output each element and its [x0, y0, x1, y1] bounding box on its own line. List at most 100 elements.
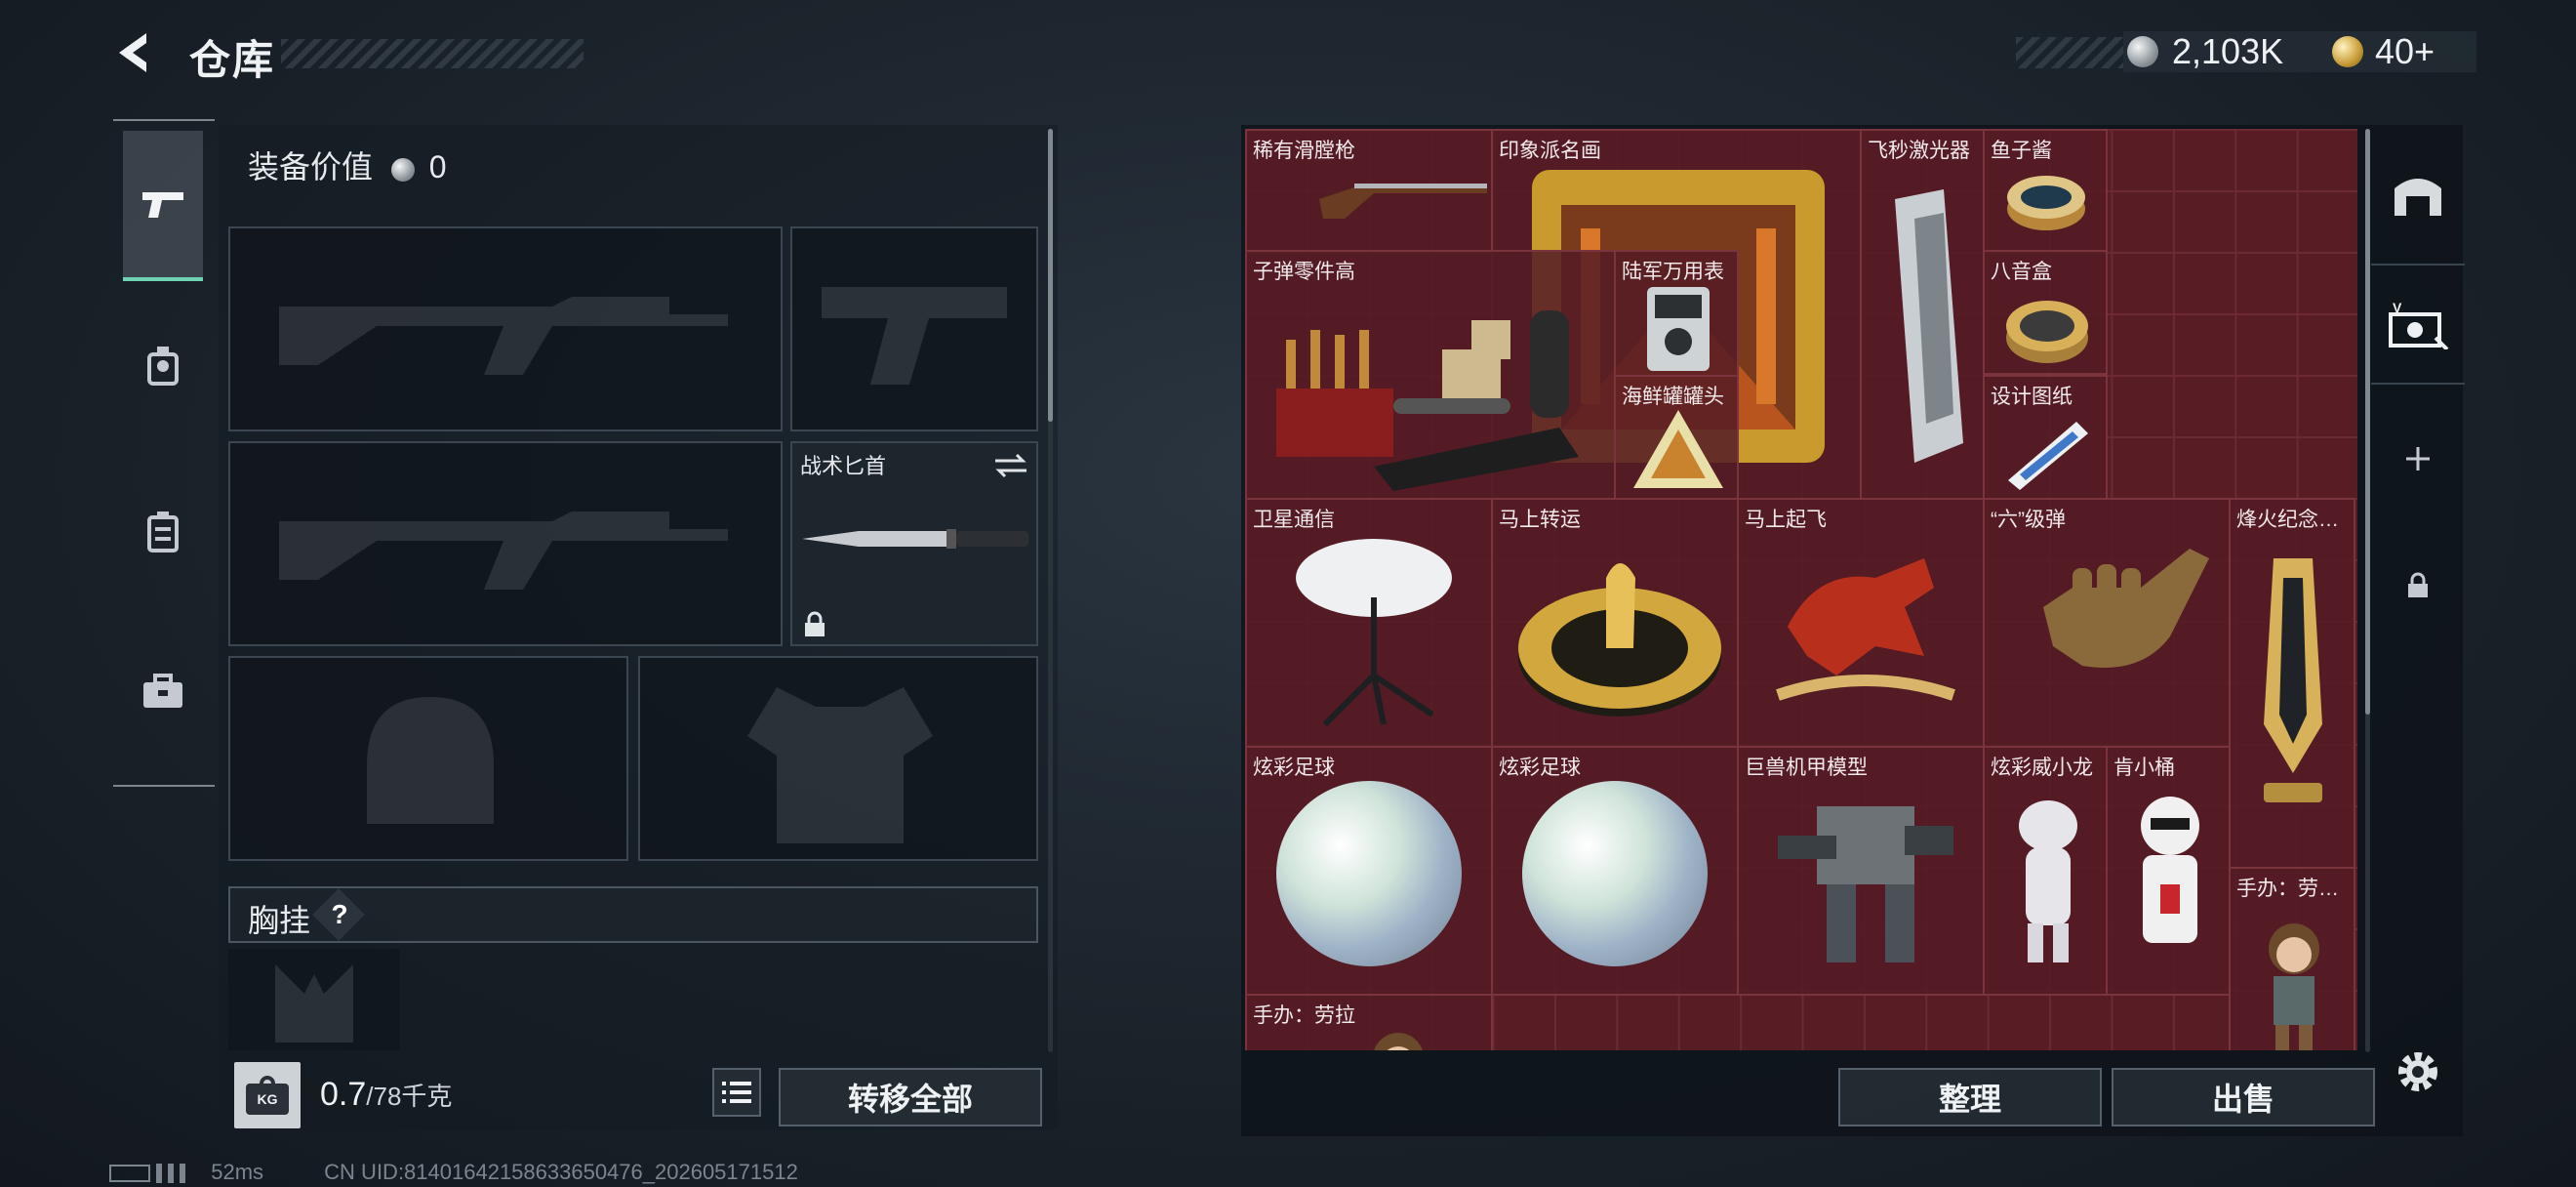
sort-button[interactable]: 整理	[1838, 1068, 2102, 1126]
item-label: 肯小桶	[2113, 757, 2175, 779]
mech-model-icon	[1778, 806, 1953, 962]
help-mark: ?	[331, 899, 348, 929]
warehouse-item[interactable]: 马上起飞	[1737, 498, 1985, 748]
warehouse-icon	[2395, 179, 2441, 216]
vip-chest-icon: V	[2389, 300, 2449, 349]
storage-tab[interactable]	[2371, 137, 2465, 254]
warehouse-item[interactable]: 八音盒	[1983, 250, 2108, 375]
kg-badge: KG	[257, 1091, 278, 1107]
equipment-value: 装备价值 0	[248, 143, 447, 187]
warehouse-item[interactable]: 手办：劳…	[2229, 867, 2355, 1050]
warehouse-item[interactable]: 陆军万用表	[1614, 250, 1739, 377]
tab-helmet[interactable]	[123, 293, 203, 439]
primary-weapon-slot-1[interactable]	[228, 226, 783, 431]
armor-slot[interactable]	[638, 656, 1038, 861]
warehouse-item[interactable]: 巨兽机甲模型	[1737, 746, 1985, 996]
rifle-silhouette-icon	[279, 297, 728, 375]
item-label: 马上转运	[1499, 509, 1581, 531]
battery-icon	[109, 1165, 150, 1183]
plus-icon	[2406, 447, 2430, 471]
item-label: 炫彩足球	[1253, 757, 1335, 779]
ammo-crate-icon	[1276, 310, 1579, 491]
silver-coin-icon	[2127, 36, 2158, 67]
blueprint-icon	[2008, 422, 2088, 490]
item-label: 巨兽机甲模型	[1745, 757, 1868, 779]
music-box-icon	[2006, 301, 2088, 363]
trophy-icon	[2264, 558, 2322, 802]
briefcase-icon	[143, 674, 182, 708]
warehouse-item[interactable]: 手办：劳拉	[1245, 994, 1493, 1050]
caviar-tin-icon	[2007, 176, 2085, 230]
list-view-button[interactable]	[712, 1068, 761, 1117]
item-label: 设计图纸	[1991, 386, 2073, 408]
expand-storage-tab[interactable]: V	[2371, 264, 2465, 385]
warehouse-item[interactable]: 卫星通信	[1245, 498, 1493, 748]
warehouse-item[interactable]: 稀有滑膛枪	[1245, 129, 1493, 252]
musket-icon	[1319, 184, 1487, 219]
rifle-silhouette-icon	[279, 512, 728, 590]
melee-item-name: 战术匕首	[800, 454, 887, 478]
pistol-icon	[142, 192, 183, 218]
tab-case[interactable]	[123, 619, 203, 765]
dragon-figure-icon	[2019, 800, 2077, 962]
chevron-left-icon	[119, 33, 146, 72]
melee-slot[interactable]: 战术匕首	[790, 441, 1038, 646]
carry-weight-value: 0.7	[320, 1076, 367, 1113]
gold-currency-amount[interactable]: 40+	[2375, 31, 2435, 72]
hand-sign-icon	[2043, 549, 2209, 668]
warehouse-item[interactable]: 海鲜罐罐头	[1614, 375, 1739, 500]
list-icon	[722, 1082, 751, 1103]
chest-rig-slot[interactable]	[228, 949, 400, 1050]
warehouse-item[interactable]: 鱼子酱	[1983, 129, 2108, 252]
item-label: 马上起飞	[1745, 509, 1827, 531]
laser-device-icon	[1895, 189, 1963, 463]
back-button[interactable]	[109, 27, 160, 78]
tab-weapons[interactable]	[123, 131, 203, 281]
warehouse-item[interactable]: 设计图纸	[1983, 375, 2108, 500]
settings-button[interactable]	[2393, 1046, 2443, 1097]
helmet-bag-icon	[147, 347, 179, 386]
sell-button[interactable]: 出售	[2112, 1068, 2375, 1126]
swap-icon[interactable]	[993, 451, 1028, 480]
warehouse-item[interactable]: 炫彩足球	[1245, 746, 1493, 996]
warehouse-item[interactable]: 子弹零件高	[1245, 250, 1616, 500]
item-label: 手办：劳拉	[1253, 1004, 1355, 1027]
lara-figure-icon	[1374, 1033, 1423, 1050]
lara-figure-icon	[2269, 923, 2319, 1050]
item-label: 手办：劳…	[2236, 878, 2339, 900]
ping-value: 52ms	[211, 1160, 264, 1184]
warehouse-item[interactable]: 炫彩威小龙	[1983, 746, 2108, 996]
gold-coin-icon	[2332, 36, 2363, 67]
pistol-silhouette-icon	[822, 287, 1007, 385]
lock-icon	[805, 611, 825, 636]
loadout-scrollbar[interactable]	[1048, 129, 1053, 422]
warehouse-item[interactable]: 炫彩足球	[1491, 746, 1739, 996]
triangle-can-icon	[1633, 410, 1723, 488]
svg-text:V: V	[2393, 300, 2402, 315]
lock-icon	[2408, 572, 2428, 597]
gear-icon	[2398, 1052, 2437, 1091]
locked-storage-tab[interactable]	[2371, 527, 2465, 644]
warehouse-grid: 稀有滑膛枪 印象派名画 飞秒激光器 鱼子酱 子弹零件高 陆军万用表 八音盒 海鲜…	[1245, 129, 2357, 1050]
tab-backpack[interactable]	[123, 459, 203, 605]
add-storage-button[interactable]	[2371, 400, 2465, 517]
warehouse-item[interactable]: 飞秒激光器	[1860, 129, 1985, 500]
multimeter-icon	[1647, 287, 1710, 371]
rig-silhouette-icon	[275, 964, 353, 1043]
vest-silhouette-icon	[747, 687, 933, 843]
warehouse-item[interactable]: 烽火纪念…	[2229, 498, 2355, 869]
item-label: 烽火纪念…	[2236, 509, 2339, 531]
transfer-all-button[interactable]: 转移全部	[779, 1068, 1042, 1126]
backpack-icon	[147, 512, 179, 553]
currency-decoration	[2016, 37, 2123, 68]
warehouse-item[interactable]: 马上转运	[1491, 498, 1739, 748]
satellite-dish-icon	[1296, 539, 1452, 727]
sidearm-slot[interactable]	[790, 226, 1038, 431]
item-label: 炫彩威小龙	[1991, 757, 2093, 779]
ball-icon	[1276, 781, 1462, 966]
helmet-silhouette-icon	[367, 697, 494, 824]
warehouse-item[interactable]: 肯小桶	[2106, 746, 2231, 996]
helmet-slot[interactable]	[228, 656, 628, 861]
primary-weapon-slot-2[interactable]	[228, 441, 783, 646]
warehouse-item[interactable]: “六”级弹	[1983, 498, 2231, 748]
